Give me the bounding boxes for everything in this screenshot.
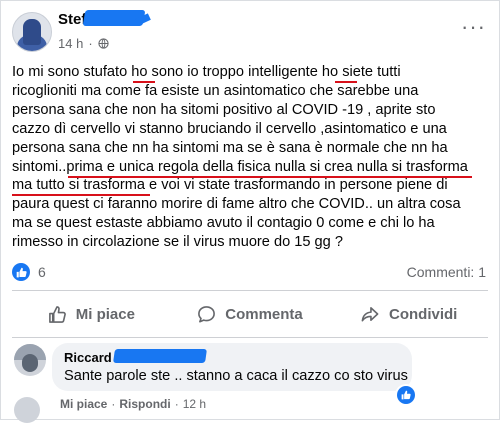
post-text-line: Io mi sono stufato ho sono io troppo int… bbox=[12, 64, 401, 80]
red-underline-mark bbox=[12, 194, 150, 196]
red-underline-mark bbox=[335, 81, 357, 83]
post-text-line: sintomi..prima e unica regola della fisi… bbox=[12, 158, 468, 175]
comment-like-icon[interactable] bbox=[397, 386, 415, 404]
comment-button[interactable]: Commenta bbox=[171, 292, 330, 336]
post-text-line: ricoglioniti ma come fa esiste un asinto… bbox=[12, 82, 419, 99]
comment-meta: Mi piace · Rispondi · 12 h bbox=[60, 397, 206, 411]
like-button[interactable]: Mi piace bbox=[12, 292, 171, 336]
post-text-line: rimesso in circolazione se il virus muor… bbox=[12, 234, 343, 251]
divider bbox=[12, 337, 488, 338]
reply-avatar bbox=[14, 397, 40, 423]
post-text-line: paura quest ci faranno morire di fame al… bbox=[12, 196, 461, 213]
author-avatar[interactable] bbox=[12, 12, 52, 52]
post-action-bar: Mi piace Commenta Condividi bbox=[12, 292, 488, 336]
comments-count[interactable]: Commenti: 1 bbox=[407, 264, 486, 280]
like-icon[interactable] bbox=[12, 263, 30, 281]
post-timestamp[interactable]: 14 h bbox=[58, 36, 83, 51]
like-button-label: Mi piace bbox=[75, 305, 135, 323]
post-text-line: ma se quest estaste abbiamo avuto il con… bbox=[12, 215, 435, 232]
comment-author-name[interactable]: Riccard bbox=[64, 350, 112, 365]
post-text-line: persona sana che non ha sitomi positivo … bbox=[12, 101, 436, 118]
share-button-label: Condividi bbox=[389, 305, 458, 323]
divider bbox=[12, 290, 488, 291]
share-icon bbox=[361, 306, 379, 321]
red-underline-mark bbox=[68, 176, 472, 178]
more-options-icon[interactable]: ··· bbox=[461, 16, 486, 38]
reaction-count[interactable]: 6 bbox=[38, 264, 46, 280]
comment-icon bbox=[198, 305, 216, 323]
comment-reply-link[interactable]: Rispondi bbox=[119, 397, 170, 411]
share-button[interactable]: Condividi bbox=[329, 292, 488, 336]
post-text-line: ma tutto si trasforma e voi vi state tra… bbox=[12, 177, 448, 194]
comment-button-label: Commenta bbox=[225, 305, 303, 323]
name-redaction-mark bbox=[113, 349, 207, 363]
post-author-name[interactable]: Stef bbox=[58, 11, 86, 28]
like-icon bbox=[48, 305, 66, 323]
separator: · bbox=[111, 397, 116, 411]
separator: · bbox=[174, 397, 179, 411]
comment-text: Sante parole ste .. stanno a caca il caz… bbox=[64, 368, 408, 384]
post-meta: 14 h · bbox=[58, 36, 109, 51]
post-text-line: cazzo dì cervello vi stanno bruciando il… bbox=[12, 120, 447, 137]
comment-timestamp[interactable]: 12 h bbox=[183, 397, 206, 411]
commenter-avatar[interactable] bbox=[14, 344, 46, 376]
comment-like-link[interactable]: Mi piace bbox=[60, 397, 107, 411]
globe-icon bbox=[98, 38, 109, 49]
post-body: Io mi sono stufato ho sono io troppo int… bbox=[12, 63, 490, 252]
red-underline-mark bbox=[133, 81, 155, 83]
post-text-line: persona sana che nn ha sintomi ma se è s… bbox=[12, 139, 448, 156]
